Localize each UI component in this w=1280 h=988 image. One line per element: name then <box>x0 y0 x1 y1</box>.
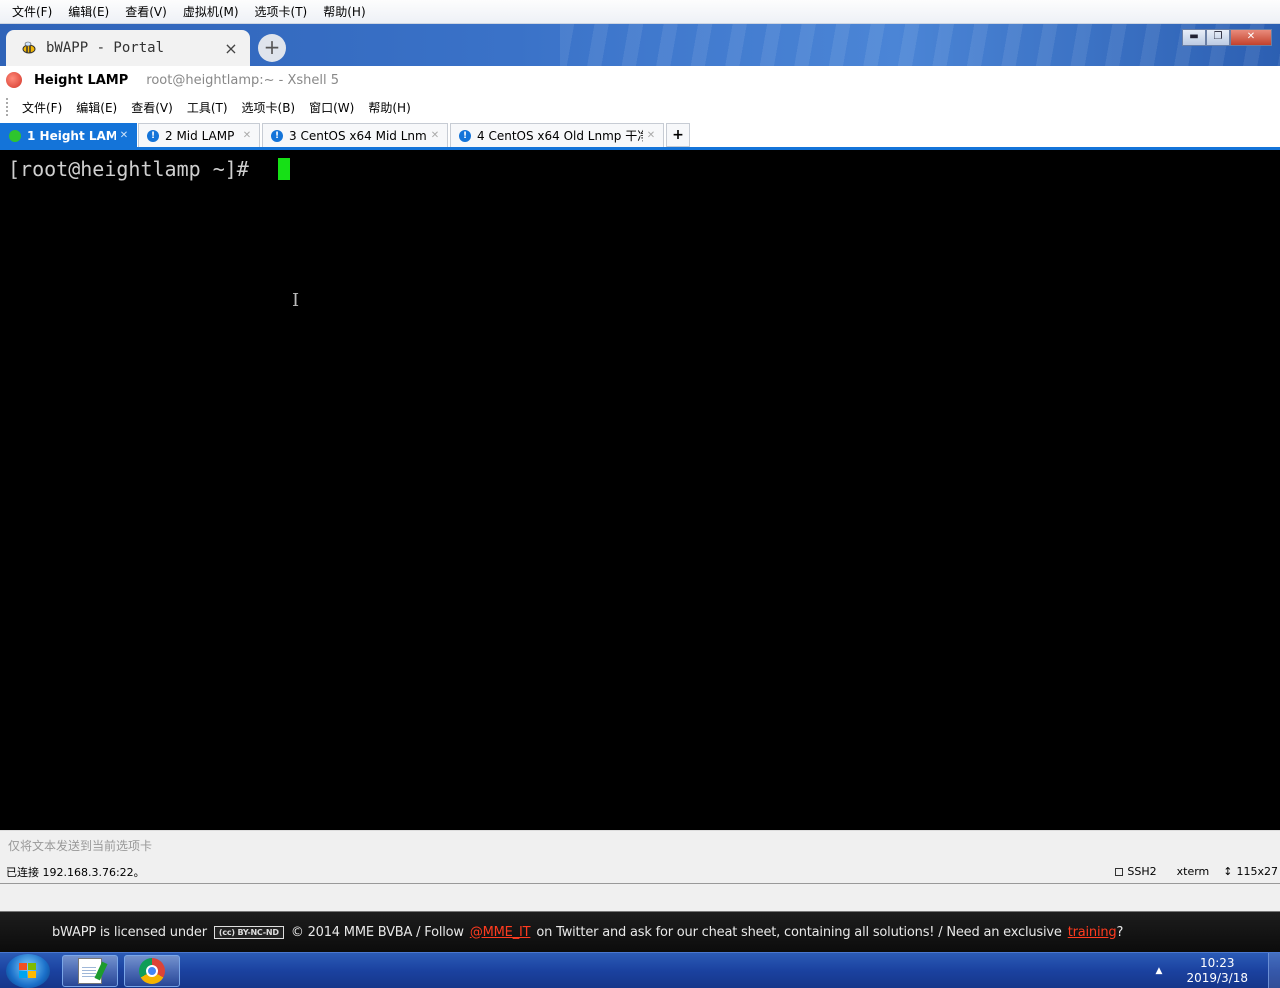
warning-icon: ! <box>147 129 159 142</box>
windows-logo-icon <box>19 963 37 979</box>
new-tab-button[interactable]: + <box>258 34 286 62</box>
close-icon[interactable]: ✕ <box>643 130 659 141</box>
text-cursor-icon: I <box>292 290 300 311</box>
protocol-label: SSH2 <box>1127 865 1157 878</box>
session-tab-3[interactable]: ! 3 CentOS x64 Mid Lnmp ✕ <box>262 123 448 147</box>
menu-view[interactable]: 查看(V) <box>125 99 181 116</box>
menu-help[interactable]: 帮助(H) <box>362 99 418 116</box>
footer-text-end: ? <box>1116 924 1124 940</box>
terminal-cursor <box>278 158 290 180</box>
menu-window[interactable]: 窗口(W) <box>303 99 362 116</box>
terminal-type: xterm <box>1176 865 1210 878</box>
warning-icon: ! <box>459 129 471 142</box>
connection-status: 已连接 192.168.3.76:22。 <box>6 865 145 879</box>
footer-text-license: bWAPP is licensed under <box>52 924 207 940</box>
training-link[interactable]: training <box>1068 925 1117 940</box>
connected-icon <box>9 129 21 142</box>
menu-tools[interactable]: 工具(T) <box>181 99 236 116</box>
session-tab-2[interactable]: ! 2 Mid LAMP ✕ <box>138 123 260 147</box>
session-tab-label: 2 Mid LAMP <box>165 128 235 143</box>
browser-tab-bwapp[interactable]: bWAPP - Portal × <box>6 30 250 66</box>
session-tab-label: 3 CentOS x64 Mid Lnmp <box>289 128 427 143</box>
minimize-button[interactable]: ▬ <box>1182 29 1206 46</box>
twitter-link[interactable]: @MME_IT <box>470 925 531 940</box>
footer-text-cheatsheet: on Twitter and ask for our cheat sheet, … <box>536 924 1062 940</box>
bee-favicon-icon <box>20 39 38 57</box>
lock-icon <box>1115 868 1124 876</box>
compose-bar-input[interactable]: 仅将文本发送到当前选项卡 <box>0 830 1280 860</box>
windows-taskbar: ▲ 10:23 2019/3/18 <box>0 952 1280 988</box>
menu-file[interactable]: 文件(F) <box>16 99 70 116</box>
titlebar-decoration <box>560 24 1280 66</box>
session-tab-1[interactable]: 1 Height LAMP ✕ <box>0 123 137 147</box>
xshell-titlebar: Height LAMP root@heightlamp:~ - Xshell 5 <box>0 66 1280 94</box>
clock-time: 10:23 <box>1199 956 1235 970</box>
clock-date: 2019/3/18 <box>1186 971 1248 985</box>
close-icon[interactable]: ✕ <box>239 130 255 141</box>
cc-license-badge[interactable]: (cc) BY-NC-ND <box>213 925 284 939</box>
vm-menu-vm[interactable]: 虚拟机(M) <box>175 0 247 24</box>
shell-prompt: [root@heightlamp ~]# <box>8 157 261 181</box>
session-tab-label: 1 Height LAMP <box>27 128 116 143</box>
vm-menu-edit[interactable]: 编辑(E) <box>60 0 117 24</box>
session-tab-4[interactable]: ! 4 CentOS x64 Old Lnmp 干净... ✕ <box>450 123 664 147</box>
close-icon[interactable]: ✕ <box>116 130 132 141</box>
terminal[interactable]: [root@heightlamp ~]# I <box>0 153 1280 830</box>
terminal-size: ↕ 115x27 <box>1223 865 1278 878</box>
system-tray: ▲ 10:23 2019/3/18 <box>1156 953 1280 988</box>
session-tab-label: 4 CentOS x64 Old Lnmp 干净... <box>477 129 643 143</box>
warning-icon: ! <box>271 129 283 142</box>
window-controls: ▬ ❐ ✕ <box>1182 29 1272 46</box>
browser-content-area <box>0 884 1280 912</box>
footer-text-copyright: © 2014 MME BVBA / Follow <box>290 924 464 940</box>
xshell-menubar: 文件(F) 编辑(E) 查看(V) 工具(T) 选项卡(B) 窗口(W) 帮助(… <box>0 94 1280 120</box>
vm-menu-tabs[interactable]: 选项卡(T) <box>247 0 316 24</box>
vm-menu-help[interactable]: 帮助(H) <box>315 0 373 24</box>
vm-menu-view[interactable]: 查看(V) <box>117 0 175 24</box>
xshell-logo-icon <box>6 72 22 88</box>
notepad-icon <box>78 958 102 984</box>
start-button[interactable] <box>6 954 50 988</box>
menu-edit[interactable]: 编辑(E) <box>70 99 125 116</box>
status-bar: 已连接 192.168.3.76:22。 SSH2 xterm ↕ 115x27 <box>0 860 1280 884</box>
show-desktop-button[interactable] <box>1268 953 1280 988</box>
browser-tab-strip: bWAPP - Portal × + ▬ ❐ ✕ <box>0 24 1280 66</box>
browser-tab-title: bWAPP - Portal <box>46 40 165 56</box>
taskbar-notepad-app[interactable] <box>62 955 118 987</box>
terminal-size-label: 115x27 <box>1236 865 1278 878</box>
toolbar-grip <box>6 98 8 116</box>
bwapp-footer: bWAPP is licensed under (cc) BY-NC-ND © … <box>0 912 1280 952</box>
vm-menubar: 文件(F) 编辑(E) 查看(V) 虚拟机(M) 选项卡(T) 帮助(H) <box>0 0 1280 24</box>
session-name: Height LAMP <box>34 72 129 88</box>
window-subtitle: root@heightlamp:~ - Xshell 5 <box>146 72 340 88</box>
taskbar-chrome-app[interactable] <box>124 955 180 987</box>
resize-icon: ↕ <box>1223 865 1233 878</box>
restore-button[interactable]: ❐ <box>1206 29 1230 46</box>
add-session-tab-button[interactable]: + <box>666 123 690 147</box>
vm-menu-file[interactable]: 文件(F) <box>4 0 60 24</box>
chrome-icon <box>139 958 165 984</box>
tray-expand-icon[interactable]: ▲ <box>1156 966 1163 976</box>
menu-tabs[interactable]: 选项卡(B) <box>236 99 304 116</box>
protocol-status: SSH2 <box>1115 865 1157 878</box>
close-icon[interactable]: ✕ <box>427 130 443 141</box>
session-tabs: 1 Height LAMP ✕ ! 2 Mid LAMP ✕ ! 3 CentO… <box>0 120 1280 150</box>
close-icon[interactable]: × <box>220 39 242 58</box>
clock[interactable]: 10:23 2019/3/18 <box>1186 956 1248 986</box>
window-close-button[interactable]: ✕ <box>1230 29 1272 46</box>
